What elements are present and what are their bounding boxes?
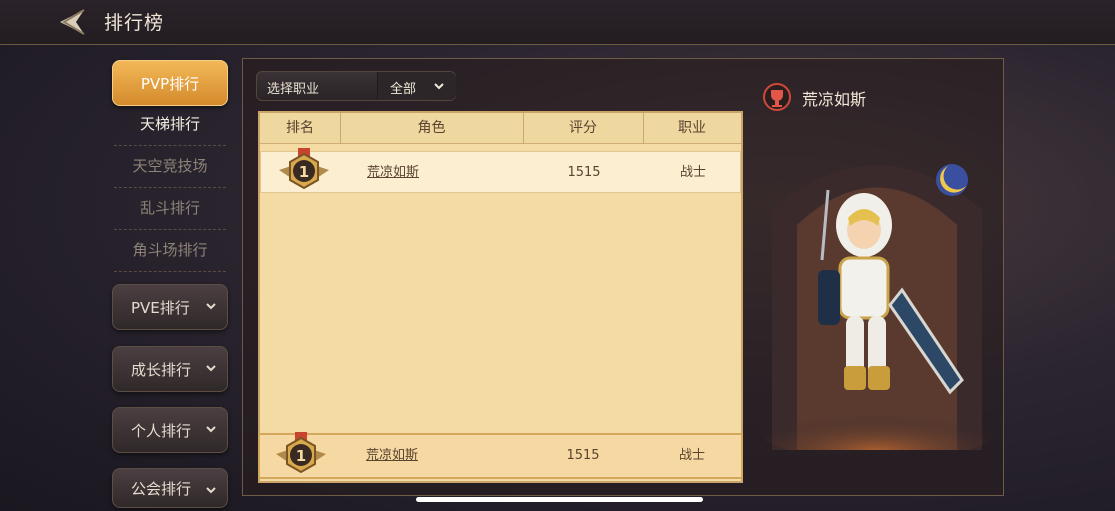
tab-guild-ranking[interactable]: 公会排行 (112, 468, 228, 508)
job-filter-label: 选择职业 (267, 82, 320, 97)
subtab-brawl[interactable]: 乱斗排行 (114, 187, 226, 230)
chevron-down-icon (434, 83, 444, 90)
table-row[interactable]: 1 荒凉如斯 1515 战士 (260, 148, 741, 194)
rank-number: 1 (299, 163, 309, 181)
my-rank-row[interactable]: 1 荒凉如斯 1515 战士 (258, 432, 743, 479)
my-score: 1515 (566, 448, 600, 463)
page-title: 排行榜 (104, 12, 165, 34)
rank-medal-icon: 1 (279, 148, 329, 190)
chevron-down-icon (206, 426, 216, 433)
job-filter[interactable]: 选择职业 全部 (256, 71, 456, 101)
tab-personal-ranking[interactable]: 个人排行 (112, 407, 228, 453)
rank-medal-icon: 1 (276, 432, 326, 474)
player-job: 战士 (679, 165, 706, 180)
player-score: 1515 (567, 165, 601, 180)
table-header: 排名 角色 评分 职业 (260, 113, 741, 144)
home-indicator[interactable] (416, 497, 703, 502)
character-name: 荒凉如斯 (802, 90, 867, 109)
top-bar: 排行榜 (0, 0, 1115, 45)
chevron-down-icon (206, 487, 216, 494)
ranking-table: 排名 角色 评分 职业 1 荒凉如斯 1515 战士 (258, 111, 743, 483)
chevron-down-icon (206, 303, 216, 310)
job-filter-select[interactable]: 全部 (377, 72, 456, 100)
tab-label: 个人排行 (131, 421, 192, 440)
tab-pve-ranking[interactable]: PVE排行 (112, 284, 228, 330)
trophy-badge-icon (763, 83, 791, 111)
tab-pvp-ranking[interactable]: PVP排行 (112, 60, 228, 106)
tab-growth-ranking[interactable]: 成长排行 (112, 346, 228, 392)
character-model[interactable] (752, 130, 1002, 450)
tab-label: 公会排行 (131, 479, 192, 498)
tab-label: PVE排行 (131, 298, 190, 317)
rank-number: 1 (296, 447, 306, 465)
tab-label: PVP排行 (140, 74, 200, 93)
subtab-gladiator[interactable]: 角斗场排行 (114, 229, 226, 272)
player-name-link[interactable]: 荒凉如斯 (341, 152, 445, 194)
chevron-down-icon (206, 365, 216, 372)
column-header-role: 角色 (340, 113, 524, 143)
column-header-score: 评分 (523, 113, 644, 143)
column-header-job: 职业 (678, 120, 706, 136)
job-filter-value: 全部 (390, 82, 417, 97)
my-name-link[interactable]: 荒凉如斯 (340, 435, 444, 477)
back-arrow-icon[interactable] (54, 6, 90, 38)
my-job: 战士 (678, 448, 705, 463)
subtab-sky-arena[interactable]: 天空竞技场 (114, 145, 226, 188)
tab-label: 成长排行 (131, 360, 192, 379)
subtab-ladder[interactable]: 天梯排行 (114, 103, 226, 146)
column-header-rank: 排名 (260, 113, 341, 143)
